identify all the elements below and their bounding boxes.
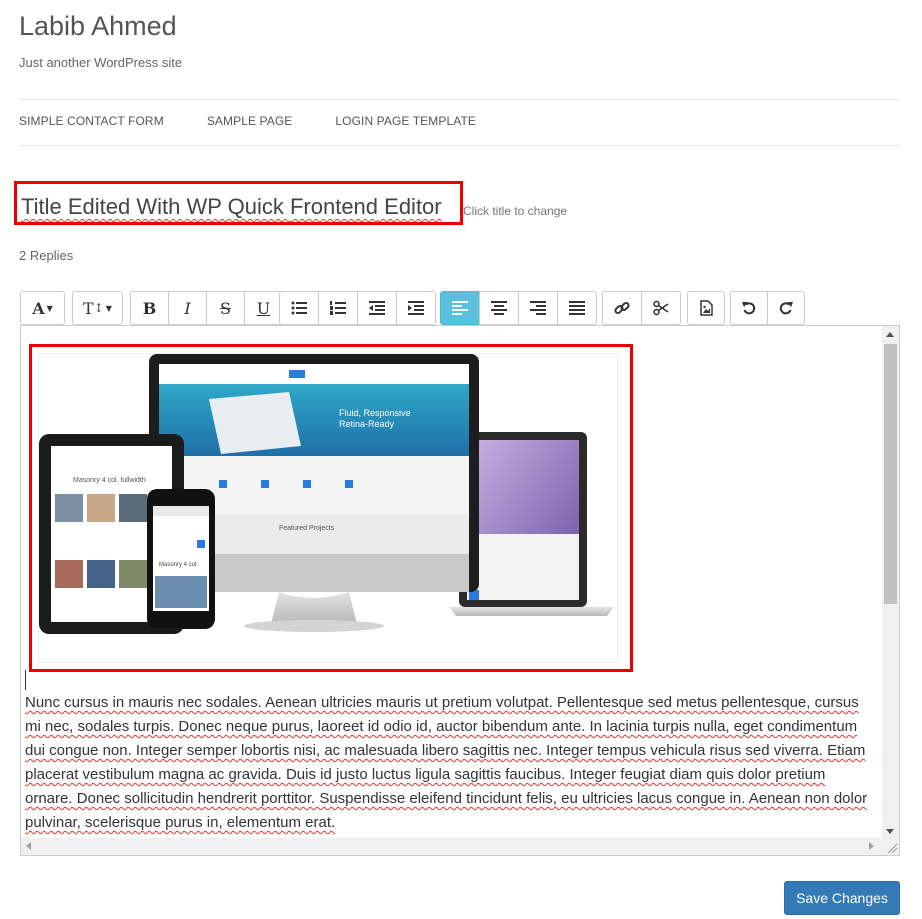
- align-center-button[interactable]: [479, 291, 519, 325]
- monitor-section: Featured Projects: [279, 525, 335, 532]
- bottom-divider: [19, 145, 900, 146]
- scroll-down-arrow[interactable]: [886, 829, 894, 834]
- replies-count[interactable]: 2 Replies: [19, 248, 73, 263]
- strikethrough-button[interactable]: S: [206, 291, 245, 325]
- align-justify-button[interactable]: [557, 291, 597, 325]
- text-cursor: [25, 670, 26, 690]
- scissors-icon: [653, 300, 669, 316]
- insert-link-button[interactable]: [602, 291, 642, 325]
- arrows-v-icon: ↕: [93, 301, 104, 315]
- align-left-icon: [452, 301, 468, 315]
- style-group: B I S U: [130, 291, 283, 325]
- numbered-list-button[interactable]: [318, 291, 358, 325]
- indent-icon: [408, 301, 424, 315]
- click-title-hint: Click title to change: [463, 204, 568, 218]
- italic-icon: I: [184, 298, 191, 318]
- scroll-right-arrow[interactable]: [869, 842, 874, 850]
- top-divider: [19, 99, 900, 100]
- unlink-button[interactable]: [641, 291, 681, 325]
- caret-down-icon: ▼: [46, 303, 53, 313]
- phone-caption: Masonry 4 col.: [159, 562, 198, 568]
- strikethrough-icon: S: [220, 298, 231, 318]
- tablet-caption: Masonry 4 col. fullwidth: [73, 477, 146, 484]
- redo-button[interactable]: [767, 291, 805, 325]
- responsive-devices-image[interactable]: Fluid, Responsive Retina-Ready Featured …: [38, 353, 618, 663]
- post-title-box[interactable]: Title Edited With WP Quick Frontend Edit…: [14, 181, 463, 225]
- underline-icon: U: [256, 298, 271, 318]
- link-icon: [614, 301, 630, 315]
- outdent-icon: [369, 301, 385, 315]
- nav-item-login-page-template[interactable]: LOGIN PAGE TEMPLATE: [335, 114, 476, 128]
- align-left-button[interactable]: [440, 291, 480, 325]
- post-title-part: Editor: [378, 194, 442, 219]
- editor-body-text[interactable]: Nunc cursus in mauris nec sodales. Aenea…: [25, 691, 877, 835]
- text-height-icon: T: [83, 298, 94, 318]
- font-size-button[interactable]: A ▼: [20, 291, 65, 325]
- underline-button[interactable]: U: [244, 291, 283, 325]
- align-right-icon: [530, 301, 546, 315]
- content-editor[interactable]: Fluid, Responsive Retina-Ready Featured …: [20, 325, 900, 856]
- post-title[interactable]: Title Edited With WP Quick Frontend Edit…: [21, 194, 442, 219]
- italic-button[interactable]: I: [168, 291, 207, 325]
- text-format-button[interactable]: T ↕ ▼: [72, 291, 123, 325]
- indent-button[interactable]: [396, 291, 436, 325]
- post-title-part: Title Edited With WP Quick: [21, 194, 290, 219]
- scroll-thumb[interactable]: [884, 344, 897, 604]
- main-nav: SIMPLE CONTACT FORM SAMPLE PAGE LOGIN PA…: [19, 114, 519, 128]
- image-highlight-frame: Fluid, Responsive Retina-Ready Featured …: [29, 344, 633, 672]
- format-group: T ↕ ▼: [72, 291, 123, 325]
- undo-button[interactable]: [730, 291, 768, 325]
- resize-grip-icon[interactable]: [882, 838, 899, 855]
- font-group: A ▼: [20, 291, 65, 325]
- redo-icon: [779, 302, 793, 315]
- align-right-button[interactable]: [518, 291, 558, 325]
- scroll-up-arrow[interactable]: [886, 332, 894, 337]
- monitor-headline: Fluid, Responsive: [339, 408, 411, 418]
- history-group: [730, 291, 805, 325]
- nav-item-sample-page[interactable]: SAMPLE PAGE: [207, 114, 293, 128]
- post-title-misspelled: Frontend: [289, 194, 379, 219]
- font-size-icon: A: [32, 298, 45, 318]
- vertical-scrollbar[interactable]: [882, 326, 899, 840]
- insert-image-button[interactable]: [687, 291, 725, 325]
- nav-item-simple-contact-form[interactable]: SIMPLE CONTACT FORM: [19, 114, 164, 128]
- site-title[interactable]: Labib Ahmed: [19, 11, 177, 42]
- horizontal-scrollbar[interactable]: [21, 838, 884, 855]
- bulleted-list-button[interactable]: [279, 291, 319, 325]
- scroll-left-arrow[interactable]: [26, 842, 31, 850]
- image-file-icon: [699, 300, 713, 316]
- caret-down-icon: ▼: [105, 303, 112, 313]
- list-group: [279, 291, 436, 325]
- align-justify-icon: [569, 301, 585, 315]
- list-ol-icon: [330, 301, 346, 315]
- devices-illustration: Fluid, Responsive Retina-Ready Featured …: [39, 354, 617, 662]
- save-changes-button[interactable]: Save Changes: [784, 881, 900, 915]
- bold-button[interactable]: B: [130, 291, 169, 325]
- link-group: [602, 291, 681, 325]
- media-group: [687, 291, 725, 325]
- align-center-icon: [491, 301, 507, 315]
- bold-icon: B: [142, 298, 157, 318]
- outdent-button[interactable]: [357, 291, 397, 325]
- alignment-group: [440, 291, 597, 325]
- monitor-subhead: Retina-Ready: [339, 419, 395, 429]
- undo-icon: [742, 302, 756, 315]
- list-ul-icon: [291, 301, 307, 315]
- site-description: Just another WordPress site: [19, 55, 183, 70]
